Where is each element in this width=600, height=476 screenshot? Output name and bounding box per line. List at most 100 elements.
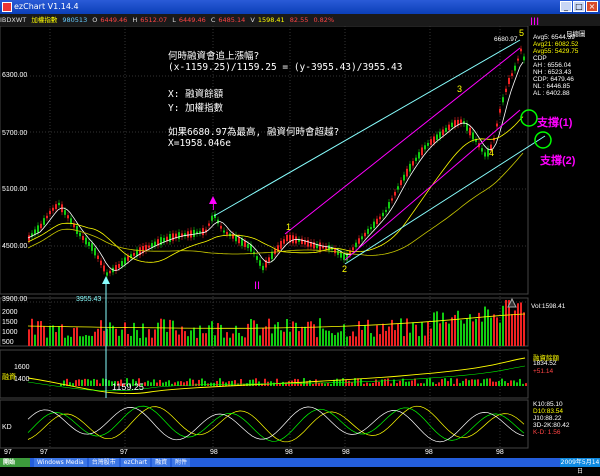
start-button[interactable]: 開始 xyxy=(0,458,30,467)
vol-tick: 1500 xyxy=(2,319,18,326)
candle xyxy=(472,132,474,140)
volume-bar xyxy=(136,330,138,346)
volume-bar xyxy=(202,333,204,346)
candle xyxy=(211,215,213,221)
candle xyxy=(187,231,189,238)
candle xyxy=(295,236,297,244)
volume-bar xyxy=(82,336,84,346)
task-item[interactable]: 附件 xyxy=(172,458,191,467)
field-change: 82.55 xyxy=(289,16,309,24)
candle xyxy=(154,241,156,246)
volume-bar xyxy=(175,330,177,346)
candle xyxy=(79,232,81,237)
candle xyxy=(82,236,84,240)
candle xyxy=(379,216,381,220)
candle xyxy=(358,238,360,244)
volume-bar xyxy=(457,310,459,346)
margin-bar xyxy=(489,378,491,386)
volume-bar xyxy=(157,322,159,346)
margin-bar xyxy=(495,381,497,386)
close-button[interactable]: × xyxy=(586,1,598,12)
volume-bar xyxy=(325,330,327,346)
candle xyxy=(37,225,39,233)
candle xyxy=(400,180,402,186)
margin-bar xyxy=(375,379,377,386)
candle xyxy=(169,234,171,242)
volume-bar xyxy=(133,322,135,346)
readout-al: AL : 6402.88 xyxy=(533,90,570,97)
margin-bar xyxy=(84,378,86,386)
margin-bar xyxy=(480,383,482,386)
margin-bar xyxy=(471,379,473,386)
note-question1: 何時融資會追上漲幅? xyxy=(168,51,260,62)
candle xyxy=(94,248,96,256)
support2-label: 支撐(2) xyxy=(540,155,576,167)
volume-bar xyxy=(139,337,141,346)
wave-III-label: III xyxy=(530,16,540,28)
task-item[interactable]: Windows Media xyxy=(34,458,87,467)
task-item[interactable]: ezChart xyxy=(120,458,151,467)
margin-bar xyxy=(330,383,332,386)
minimize-button[interactable]: _ xyxy=(560,1,572,12)
candle xyxy=(439,131,441,138)
volume-bar xyxy=(229,337,231,346)
candle xyxy=(421,147,423,156)
candle xyxy=(442,129,444,136)
candle xyxy=(517,58,519,61)
candle xyxy=(118,264,120,268)
candle xyxy=(385,209,387,213)
volume-bar xyxy=(262,327,264,346)
margin-bar xyxy=(483,379,485,386)
margin-bar xyxy=(441,379,443,386)
candle xyxy=(262,265,264,271)
volume-bar xyxy=(127,333,129,346)
volume-bar xyxy=(193,327,195,346)
candle xyxy=(52,207,54,211)
wave-I-label: I xyxy=(212,202,215,213)
margin-bar xyxy=(519,378,521,386)
support2-circle xyxy=(534,131,552,149)
margin-bar xyxy=(396,383,398,386)
clock: 2009年5月14日 xyxy=(560,458,600,475)
volume-bar xyxy=(88,335,90,346)
volume-bar xyxy=(376,325,378,346)
margin-bar xyxy=(210,382,212,386)
margin-bar xyxy=(189,378,191,386)
margin-bar xyxy=(474,379,476,386)
volume-bar xyxy=(421,322,423,346)
volume-bar xyxy=(334,335,336,346)
volume-bar xyxy=(100,320,102,346)
kd-k: K10:85.10 xyxy=(533,401,563,408)
margin-bar xyxy=(381,379,383,386)
volume-bar xyxy=(322,328,324,346)
price-tick: 4500.00 xyxy=(2,243,28,250)
field-low-label: L xyxy=(172,16,176,24)
taskbar: 開始 Windows Media 台灣股市 ezChart 融資 附件 2009… xyxy=(0,458,600,475)
candle xyxy=(406,168,408,177)
volume-bar xyxy=(169,319,171,346)
margin-bar xyxy=(81,379,83,386)
margin-bar xyxy=(312,383,314,386)
chart-stage[interactable] xyxy=(0,26,600,458)
candle xyxy=(451,122,453,128)
candle xyxy=(55,204,57,210)
maximize-button[interactable]: □ xyxy=(573,1,585,12)
task-item[interactable]: 台灣股市 xyxy=(88,458,119,467)
candle xyxy=(172,233,174,241)
volume-bar xyxy=(196,337,198,346)
volume-bar xyxy=(463,323,465,346)
margin-readout-change: +51.14 xyxy=(533,368,554,375)
margin-bar xyxy=(153,379,155,386)
margin-bar xyxy=(276,378,278,386)
task-item[interactable]: 融資 xyxy=(152,458,171,467)
margin-bar xyxy=(147,380,149,386)
candle xyxy=(469,127,471,136)
candle xyxy=(391,198,393,201)
volume-bar xyxy=(292,321,294,346)
volume-bar xyxy=(184,331,186,346)
margin-bar xyxy=(363,383,365,386)
candle xyxy=(352,247,354,251)
volume-bar xyxy=(355,336,357,346)
volume-bar xyxy=(67,335,69,346)
candle xyxy=(40,223,42,229)
